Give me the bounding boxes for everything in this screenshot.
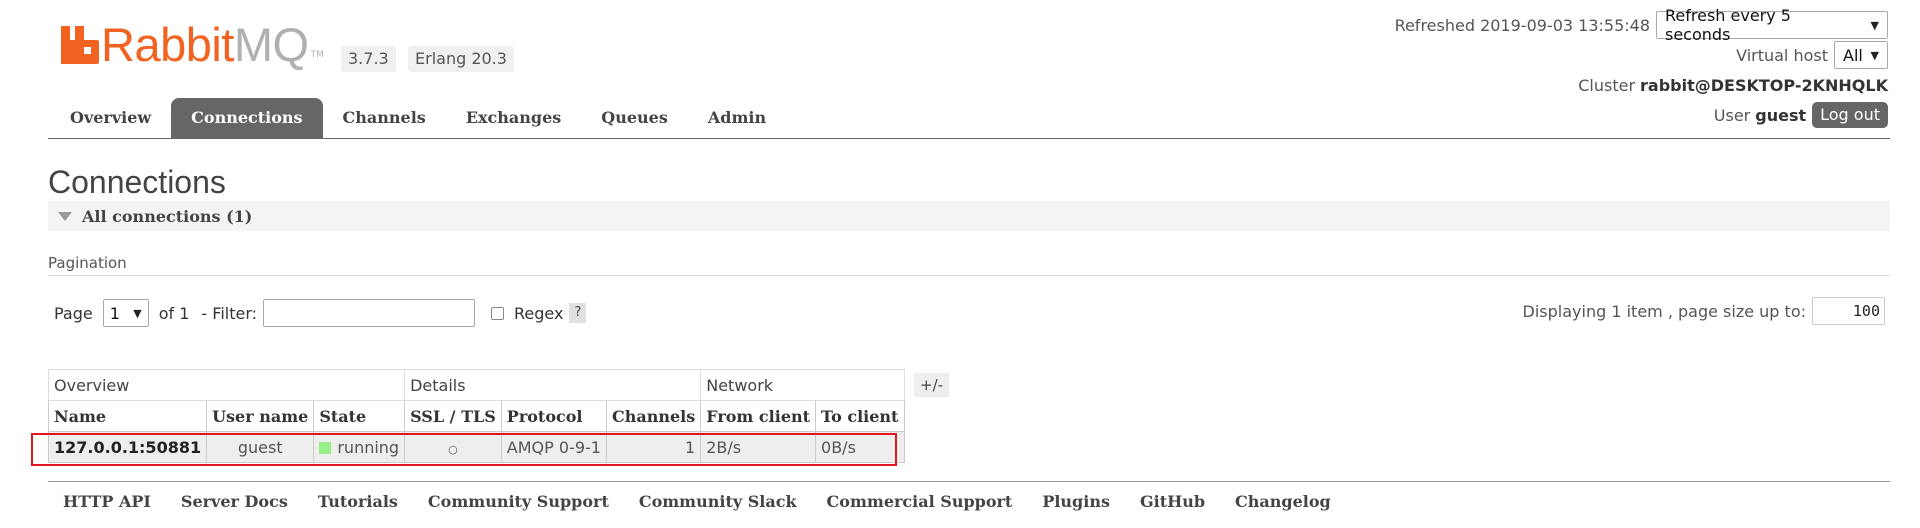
chevron-down-icon: ▼ bbox=[1870, 48, 1879, 62]
section-title: All connections (1) bbox=[82, 206, 253, 226]
column-header-ssl[interactable]: SSL / TLS bbox=[404, 400, 502, 432]
cluster-label: Cluster bbox=[1578, 75, 1636, 95]
table-header-row: Name User name State SSL / TLS Protocol … bbox=[47, 400, 955, 432]
footer-link-http-api[interactable]: HTTP API bbox=[48, 490, 166, 514]
version-badge: 3.7.3 bbox=[341, 46, 396, 72]
footer-link-community-slack[interactable]: Community Slack bbox=[624, 490, 812, 514]
collapse-triangle-icon bbox=[58, 211, 72, 221]
footer-link-github[interactable]: GitHub bbox=[1125, 490, 1220, 514]
user-label: User bbox=[1713, 105, 1751, 125]
tab-admin[interactable]: Admin bbox=[688, 98, 786, 138]
refresh-interval-select[interactable]: Refresh every 5 seconds ▼ bbox=[1656, 6, 1888, 44]
header-status: Refreshed 2019-09-03 13:55:48 Refresh ev… bbox=[1188, 6, 1888, 130]
footer-link-tutorials[interactable]: Tutorials bbox=[303, 490, 413, 514]
footer-link-community-support[interactable]: Community Support bbox=[413, 490, 624, 514]
column-header-to-client[interactable]: To client bbox=[815, 400, 906, 432]
vhost-select[interactable]: All ▼ bbox=[1834, 41, 1888, 69]
display-info: Displaying 1 item , page size up to: 100 bbox=[1523, 296, 1885, 326]
group-header-overview: Overview bbox=[47, 369, 406, 401]
row-spacer bbox=[905, 432, 955, 463]
tabs-divider bbox=[48, 138, 1890, 139]
regex-help-icon[interactable]: ? bbox=[569, 303, 587, 323]
column-header-channels[interactable]: Channels bbox=[605, 400, 702, 432]
page-select-value: 1 bbox=[109, 303, 120, 323]
footer-link-commercial-support[interactable]: Commercial Support bbox=[812, 490, 1028, 514]
erlang-badge: Erlang 20.3 bbox=[408, 46, 514, 72]
page-count-label: of 1 bbox=[158, 303, 190, 323]
user-name: guest bbox=[1755, 105, 1807, 125]
vhost-label: Virtual host bbox=[1736, 45, 1828, 65]
group-header-network: Network bbox=[700, 369, 906, 401]
main-tabs: Overview Connections Channels Exchanges … bbox=[50, 98, 786, 138]
filter-input[interactable] bbox=[263, 299, 476, 327]
filter-label: - Filter: bbox=[201, 303, 258, 323]
logo-trademark: TM bbox=[310, 50, 324, 60]
refreshed-text: Refreshed 2019-09-03 13:55:48 bbox=[1394, 15, 1650, 35]
column-header-protocol[interactable]: Protocol bbox=[500, 400, 607, 432]
tab-channels[interactable]: Channels bbox=[323, 98, 446, 138]
logout-button[interactable]: Log out bbox=[1812, 102, 1888, 128]
page-title: Connections bbox=[48, 164, 226, 200]
column-header-state[interactable]: State bbox=[313, 400, 406, 432]
tab-queues[interactable]: Queues bbox=[581, 98, 688, 138]
tab-exchanges[interactable]: Exchanges bbox=[446, 98, 581, 138]
cluster-name: rabbit@DESKTOP-2KNHQLK bbox=[1640, 75, 1888, 95]
regex-label: Regex bbox=[514, 303, 564, 323]
column-header-name[interactable]: Name bbox=[47, 400, 208, 432]
page-select[interactable]: 1 ▼ bbox=[102, 299, 149, 327]
column-header-user[interactable]: User name bbox=[206, 400, 315, 432]
column-toggle-cell: +/- bbox=[905, 370, 955, 401]
footer-link-server-docs[interactable]: Server Docs bbox=[166, 490, 303, 514]
vhost-value: All bbox=[1843, 45, 1863, 65]
footer-links: HTTP API Server Docs Tutorials Community… bbox=[48, 490, 1346, 514]
display-label: Displaying 1 item , page size up to: bbox=[1522, 301, 1806, 321]
chevron-down-icon: ▼ bbox=[1870, 18, 1879, 32]
pagination-label[interactable]: Pagination bbox=[48, 254, 127, 272]
tab-connections[interactable]: Connections bbox=[171, 98, 323, 138]
refresh-interval-value: Refresh every 5 seconds bbox=[1665, 6, 1791, 44]
logo-wordmark: RabbitMQ bbox=[101, 18, 309, 71]
group-header-details: Details bbox=[404, 369, 702, 401]
chevron-down-icon: ▼ bbox=[133, 306, 142, 320]
regex-checkbox[interactable] bbox=[491, 306, 505, 320]
all-connections-section-toggle[interactable]: All connections (1) bbox=[48, 201, 1890, 231]
footer-link-changelog[interactable]: Changelog bbox=[1220, 490, 1346, 514]
page-size-input[interactable]: 100 bbox=[1812, 297, 1885, 325]
tab-overview[interactable]: Overview bbox=[50, 98, 171, 138]
highlight-annotation-box bbox=[31, 433, 897, 466]
header-spacer bbox=[905, 401, 955, 432]
page-label: Page bbox=[54, 303, 93, 323]
pagination-divider bbox=[48, 275, 1890, 276]
footer-divider bbox=[48, 481, 1890, 482]
footer-link-plugins[interactable]: Plugins bbox=[1027, 490, 1125, 514]
pagination-controls: Page 1 ▼ of 1 - Filter: Regex ? bbox=[54, 298, 587, 328]
rabbitmq-logo[interactable]: RabbitMQ TM bbox=[61, 20, 324, 70]
rabbitmq-logo-icon bbox=[61, 26, 99, 64]
column-header-from-client[interactable]: From client bbox=[700, 400, 817, 432]
column-toggle-button[interactable]: +/- bbox=[914, 373, 950, 397]
table-group-row: Overview Details Network +/- bbox=[47, 369, 955, 401]
